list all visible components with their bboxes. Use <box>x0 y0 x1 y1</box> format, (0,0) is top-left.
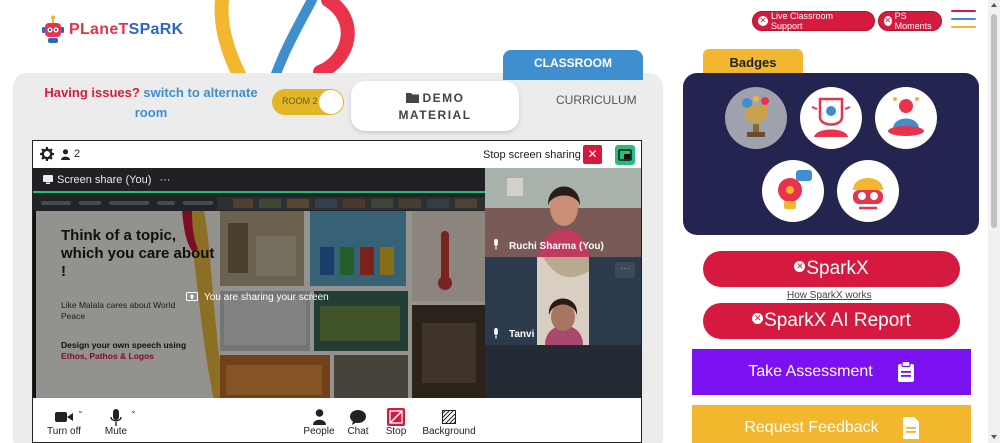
present-screen-icon <box>186 292 198 301</box>
robot-logo-icon <box>42 15 64 43</box>
close-circle-icon: ✕ <box>884 16 892 26</box>
request-feedback-button[interactable]: Request Feedback <box>692 405 971 443</box>
picture-in-picture-icon <box>618 149 632 161</box>
background-icon <box>442 410 456 424</box>
switch-room-link[interactable]: switch to alternate room <box>135 85 258 120</box>
chevron-down-icon[interactable]: ⌄ <box>77 406 84 415</box>
mute-button[interactable]: Mute <box>99 408 133 437</box>
sparkx-button[interactable]: ✕ SparkX <box>703 251 960 287</box>
sparkx-label: SparkX <box>806 258 869 279</box>
ps-moments-button[interactable]: ✕ PS Moments <box>878 11 942 31</box>
mute-button-label: Mute <box>104 426 128 437</box>
sharing-notice-text: You are sharing your screen <box>204 292 329 303</box>
chat-button-label: Chat <box>347 426 369 437</box>
participant-tile[interactable]: Ruchi Sharma (You) <box>485 168 641 257</box>
participant-count-value: 2 <box>74 148 81 160</box>
close-circle-icon: ✕ <box>794 261 806 273</box>
empty-tile-area <box>485 345 641 398</box>
screen-share-icon <box>43 175 53 184</box>
call-controls: Turn off ⌄ Mute ⌄ People Chat Stop Backg… <box>33 400 641 442</box>
microphone-icon <box>494 239 498 250</box>
close-circle-icon: ✕ <box>758 16 768 26</box>
more-options-icon[interactable]: ··· <box>159 174 170 186</box>
participant-name: Ruchi Sharma (You) <box>509 241 604 252</box>
toggle-knob <box>319 90 343 114</box>
participant-name: Tanvi <box>509 329 535 340</box>
stop-button[interactable]: Stop <box>381 408 411 437</box>
tab-classroom[interactable]: CLASSROOM <box>503 50 643 80</box>
stop-screen-sharing-label: Stop screen sharing <box>483 149 581 161</box>
chat-button[interactable]: Chat <box>342 408 374 437</box>
trophy-badge[interactable] <box>725 87 787 149</box>
live-classroom-support-button[interactable]: ✕ Live Classroom Support <box>752 11 875 31</box>
sparkx-ai-report-label: SparkX AI Report <box>764 310 911 331</box>
page: PLaneTSPaRK ✕ Live Classroom Support ✕ P… <box>0 0 1000 443</box>
camera-button-label: Turn off <box>47 426 81 437</box>
background-button[interactable]: Background <box>419 408 479 437</box>
page-scrollbar[interactable] <box>988 0 1000 443</box>
idea-badge[interactable] <box>762 160 824 222</box>
switch-room-prompt: Having issues? switch to alternate room <box>40 83 262 123</box>
planetspark-logo[interactable]: PLaneTSPaRK <box>41 15 183 45</box>
scroll-up-arrow-icon[interactable] <box>991 3 997 7</box>
brain-icon <box>853 178 883 210</box>
people-button-label: People <box>303 426 335 437</box>
trophy-icon <box>742 96 769 137</box>
clipboard-icon <box>897 361 914 382</box>
background-button-label: Background <box>422 426 476 437</box>
sharing-notice: You are sharing your screen <box>186 292 329 303</box>
lightbulb-icon <box>778 170 812 209</box>
person-icon <box>61 148 70 160</box>
stop-button-label: Stop <box>385 426 407 437</box>
stop-sharing-button[interactable]: ✕ <box>583 145 602 164</box>
tab-curriculum[interactable]: CURRICULUM <box>556 93 637 107</box>
hamburger-menu-icon[interactable] <box>951 10 976 30</box>
microphone-icon <box>110 408 122 426</box>
having-issues-text: Having issues? <box>44 85 140 100</box>
take-assessment-label: Take Assessment <box>748 363 873 380</box>
participant-tile[interactable]: ··· Tanvi <box>485 257 641 345</box>
call-toolbar: 2 Stop screen sharing ✕ <box>33 141 641 168</box>
demo-material-label-1: DEMO <box>422 91 465 105</box>
video-call-frame: 2 Stop screen sharing ✕ Screen share (Yo… <box>32 140 642 443</box>
camera-icon <box>55 412 73 422</box>
brain-badge[interactable] <box>837 160 899 222</box>
stop-share-icon <box>387 408 405 426</box>
room-toggle[interactable]: ROOM 2 <box>272 89 344 115</box>
meditation-icon <box>888 97 924 136</box>
take-assessment-button[interactable]: Take Assessment <box>692 349 971 395</box>
demo-material-button[interactable]: DEMO MATERIAL <box>351 81 519 131</box>
meditation-badge[interactable] <box>875 87 937 149</box>
more-options-icon[interactable]: ··· <box>615 262 635 278</box>
ps-moments-label: PS Moments <box>894 11 932 31</box>
how-sparkx-works-link[interactable]: How SparkX works <box>787 290 871 301</box>
participant-count[interactable]: 2 <box>61 148 80 160</box>
document-icon <box>902 417 919 439</box>
sparkx-ai-report-button[interactable]: ✕ SparkX AI Report <box>703 303 960 339</box>
video-stage: Screen share (You) ··· Think of a topic,… <box>33 168 641 398</box>
speaker-icon <box>811 97 851 137</box>
badges-panel <box>683 73 979 235</box>
scroll-down-arrow-icon[interactable] <box>991 435 997 439</box>
close-circle-icon: ✕ <box>752 313 764 325</box>
logo-text: PLaneTSPaRK <box>69 21 184 38</box>
request-feedback-label: Request Feedback <box>744 419 879 436</box>
picture-in-picture-button[interactable] <box>615 145 635 165</box>
microphone-icon <box>494 328 498 339</box>
people-button[interactable]: People <box>301 408 337 437</box>
person-icon <box>312 409 326 425</box>
live-classroom-support-label: Live Classroom Support <box>771 11 834 31</box>
chat-icon <box>350 409 366 425</box>
gear-icon[interactable] <box>40 147 54 161</box>
chevron-down-icon[interactable]: ⌄ <box>130 406 137 415</box>
room-toggle-label: ROOM 2 <box>282 96 318 106</box>
scrollbar-thumb[interactable] <box>991 14 997 228</box>
speaker-badge[interactable] <box>800 87 862 149</box>
screen-share-tab[interactable]: Screen share (You) ··· <box>33 168 485 193</box>
demo-material-label-2: MATERIAL <box>398 108 472 122</box>
folder-icon <box>405 93 419 103</box>
screen-share-tab-label: Screen share (You) <box>57 174 152 186</box>
